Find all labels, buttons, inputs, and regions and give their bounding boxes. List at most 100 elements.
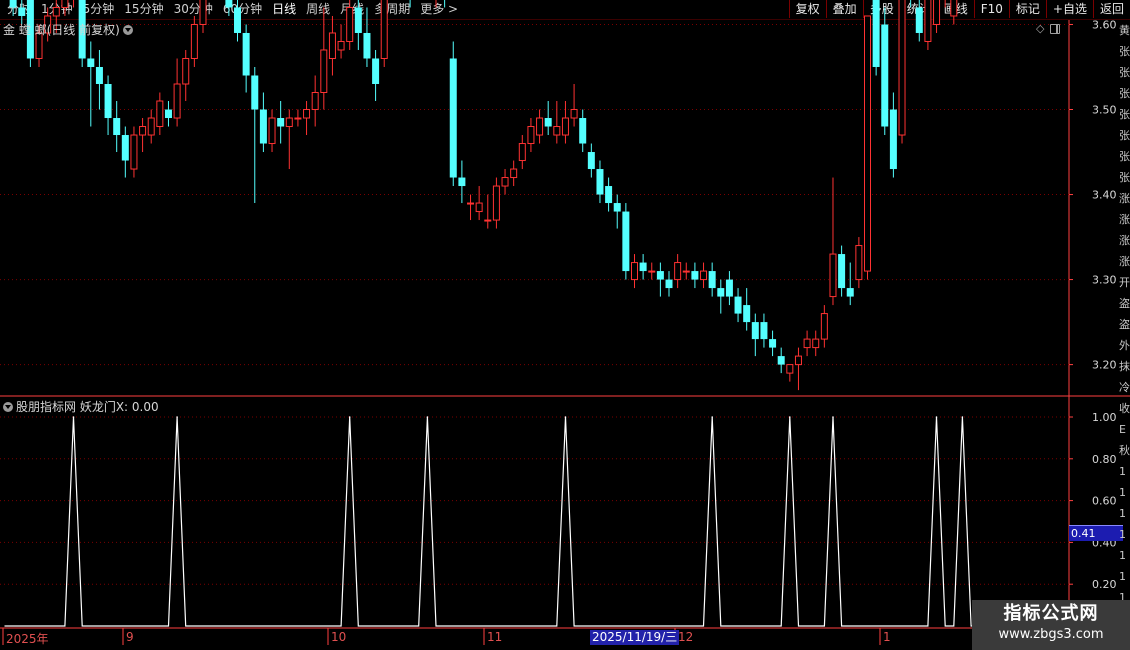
indicator-peak xyxy=(426,416,429,418)
candle xyxy=(751,313,759,357)
candle-body xyxy=(777,356,785,365)
candle xyxy=(717,279,725,314)
candle xyxy=(130,126,138,178)
indicator-tick-label: 0.20 xyxy=(1092,578,1117,591)
indicator-peak xyxy=(564,416,567,418)
candle xyxy=(613,194,621,229)
stock-panel-title[interactable]: 金 螳 螂(日线 前复权) xyxy=(3,21,133,38)
indicator-peak xyxy=(789,416,791,418)
panel-layout-icon[interactable] xyxy=(1050,24,1061,34)
candle-body xyxy=(285,117,293,128)
candle-body xyxy=(587,152,595,170)
right-strip-char: 盗 xyxy=(1119,318,1130,331)
candle-body xyxy=(751,322,759,340)
watermark-title: 指标公式网 xyxy=(1003,603,1099,624)
candle xyxy=(846,262,854,306)
candle-body xyxy=(596,169,604,195)
candle-body xyxy=(760,322,768,340)
candle-body xyxy=(475,202,483,213)
candle xyxy=(881,7,889,136)
candle xyxy=(121,126,129,178)
candle-body xyxy=(199,0,207,25)
candle-body xyxy=(570,109,578,119)
right-strip-char: 开 xyxy=(1119,276,1130,289)
candle-body xyxy=(242,32,250,76)
candle xyxy=(622,203,630,280)
candle xyxy=(786,364,794,382)
candle-body xyxy=(864,15,871,272)
candle xyxy=(164,101,172,127)
candle xyxy=(838,245,846,297)
indicator-peak xyxy=(711,416,713,418)
candle xyxy=(475,186,483,221)
candle-body xyxy=(139,126,147,136)
candle xyxy=(9,0,17,16)
candle-body xyxy=(734,296,742,314)
right-strip-char: 秋 xyxy=(1119,444,1130,457)
candle xyxy=(708,262,716,297)
right-info-strip: 黄张张张张张张张涨涨涨涨开盗盗外抹冷收E秋111111111 xyxy=(1119,20,1130,650)
candle-body xyxy=(665,279,673,289)
candle-body xyxy=(682,270,690,273)
diamond-icon[interactable]: ◇ xyxy=(1036,22,1044,35)
candle xyxy=(910,0,912,8)
candle-body xyxy=(95,66,103,85)
candle xyxy=(725,271,733,306)
candle xyxy=(190,15,198,67)
candle-body xyxy=(639,262,647,272)
candle xyxy=(458,160,466,204)
candle-body xyxy=(717,288,725,297)
candle xyxy=(156,92,164,136)
candle xyxy=(199,0,207,33)
right-strip-char: 1 xyxy=(1119,486,1126,499)
candle xyxy=(898,0,906,144)
candle xyxy=(596,160,604,204)
candle xyxy=(872,0,880,76)
candle-body xyxy=(527,126,535,145)
indicator-tick-label: 1.00 xyxy=(1092,411,1117,424)
candle xyxy=(510,160,518,187)
candle xyxy=(527,118,535,153)
candle xyxy=(769,330,777,357)
candle xyxy=(409,0,411,8)
candle-body xyxy=(544,118,552,127)
candle-body xyxy=(812,338,820,349)
candle xyxy=(648,262,656,280)
candle xyxy=(915,0,923,42)
candle-body xyxy=(725,279,733,297)
candle xyxy=(734,288,742,323)
candle xyxy=(354,0,362,50)
candle xyxy=(372,49,380,102)
candle-body xyxy=(277,118,285,127)
indicator-dropdown-icon[interactable] xyxy=(3,402,13,412)
candle xyxy=(311,75,319,127)
candle-body xyxy=(889,109,897,170)
candle xyxy=(682,262,690,280)
candle-body xyxy=(268,117,276,145)
candle xyxy=(794,347,802,391)
dropdown-circle-icon[interactable] xyxy=(122,25,133,35)
candle-body xyxy=(881,24,889,127)
candle xyxy=(777,347,785,374)
candle-body xyxy=(337,40,345,51)
candle-body xyxy=(311,92,319,111)
candle xyxy=(182,49,190,102)
candle-body xyxy=(9,0,17,8)
candle-body xyxy=(794,355,802,366)
chart-canvas[interactable]: 3.203.303.403.503.603.703.803.900.200.40… xyxy=(0,0,1130,650)
indicator-panel-title[interactable]: 股朋指标网 妖龙门X: 0.00 xyxy=(3,398,159,415)
candle-body xyxy=(380,0,388,59)
indicator-peak xyxy=(961,416,964,418)
candle xyxy=(61,0,69,16)
candle xyxy=(924,0,932,50)
candle-body xyxy=(613,203,621,212)
candle-body xyxy=(121,135,129,161)
value-cursor-label: 0.41 xyxy=(1069,525,1123,541)
candle-body xyxy=(18,7,26,16)
candle xyxy=(337,24,345,59)
candle xyxy=(933,0,941,33)
candle xyxy=(242,24,250,93)
candle xyxy=(449,41,457,187)
candle-body xyxy=(700,270,708,281)
candle-body xyxy=(251,75,259,110)
